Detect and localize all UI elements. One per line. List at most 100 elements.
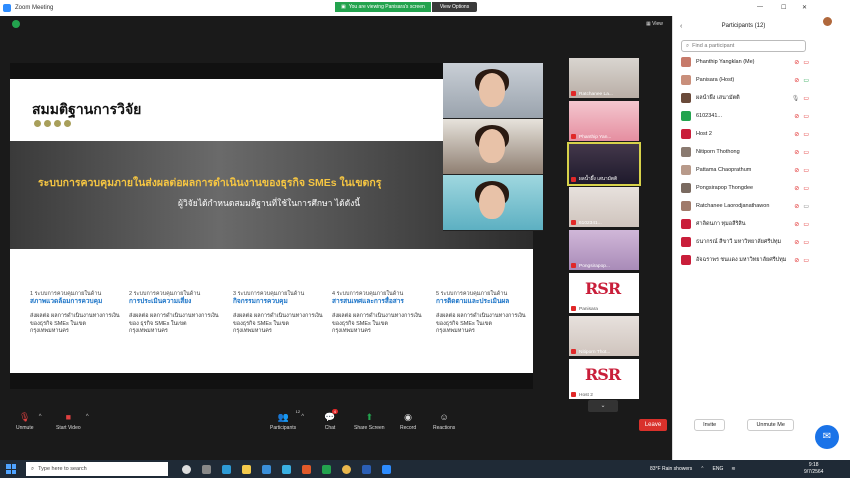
participant-row[interactable]: ธนากรณ์ สีขาวี มหาวิทยาลัยศรีปทุม ⊘ ▭ (681, 235, 809, 249)
presenter-video (443, 63, 543, 119)
viewing-message: ▣ You are viewing Panisara's screen (335, 2, 431, 12)
close-icon[interactable]: ✕ (802, 4, 807, 11)
participants-icon: 👥 (277, 412, 289, 422)
video-tile[interactable]: Ratchanee La... (569, 58, 639, 98)
video-tile[interactable]: Nitiporn Thot... (569, 316, 639, 356)
reactions-icon: ☺ (439, 412, 449, 422)
video-tile[interactable]: RSR Panisara (569, 273, 639, 313)
chevron-up-icon[interactable]: ^ (86, 414, 89, 420)
video-tile[interactable]: Phanthip Yan... (569, 101, 639, 141)
participant-row[interactable]: Host 2 ⊘ ▭ (681, 127, 809, 141)
office-icon[interactable] (302, 464, 311, 474)
video-off-icon: ■ (65, 412, 72, 422)
avatar (681, 129, 691, 139)
video-tile-active-speaker[interactable]: ผลน้ำผึ้ง เสนามัตติ (567, 142, 641, 186)
participant-name: Panisara (Host) (696, 77, 735, 83)
participant-row[interactable]: Panisara (Host) ⊘ ▭ (681, 73, 809, 87)
avatar[interactable] (823, 17, 832, 26)
video-off-icon: ▭ (803, 221, 809, 228)
reactions-button[interactable]: ☺ Reactions (433, 412, 455, 431)
network-icon[interactable]: ⌃ (700, 466, 704, 472)
shield-icon[interactable] (12, 20, 20, 28)
system-tray: 83°F Rain showers ⌃ ENG ≋ (650, 460, 736, 478)
video-tile[interactable]: 6102341... (569, 187, 639, 227)
participant-row[interactable]: ผลน้ำผึ้ง เสนามัตติ 🎙 ▭ (681, 91, 809, 105)
view-button[interactable]: ▦ View (646, 21, 663, 27)
hypothesis-5: 5 ระบบการควบคุมภายในด้าน การติดตามและประเ… (436, 291, 526, 335)
mic-off-icon: ⊘ (794, 239, 800, 246)
record-button[interactable]: ◉ Record (400, 412, 416, 431)
participant-status: ⊘ ▭ (794, 239, 809, 246)
video-off-icon: ▭ (803, 113, 809, 120)
slide-headline: ระบบการควบคุมภายในส่งผลต่อผลการดำเนินงาน… (38, 177, 382, 189)
participant-row[interactable]: Pongsirapop Thongdee ⊘ ▭ (681, 181, 809, 195)
meeting-toolbar: 🎙 Unmute ^ ■ Start Video ^ 👥 12 Particip… (0, 409, 672, 438)
taskbar-apps (182, 464, 391, 474)
mic-off-icon: 🎙 (19, 412, 31, 422)
video-off-icon: ▭ (803, 131, 809, 138)
start-video-button[interactable]: ■ Start Video ^ (56, 412, 89, 431)
unmute-me-button[interactable]: Unmute Me (747, 419, 794, 431)
presenter-video (443, 175, 543, 231)
participant-status: 🎙 ▭ (792, 95, 809, 102)
participant-row[interactable]: อัจฉราพร ชนแดง มหาวิทยาลัยศรีปทุม ⊘ ▭ (681, 253, 809, 267)
line-icon[interactable] (322, 464, 331, 474)
chat-button[interactable]: 💬 4 Chat (324, 409, 338, 431)
hypothesis-3: 3 ระบบการควบคุมภายในด้าน กิจกรรมการควบคุม… (233, 291, 323, 335)
video-off-icon: ▭ (803, 59, 809, 66)
participant-row[interactable]: Pattama Chaoprathum ⊘ ▭ (681, 163, 809, 177)
participant-row[interactable]: Ratchanee Laorodjanathawon ⊘ ▭ (681, 199, 809, 213)
photos-icon[interactable] (282, 464, 291, 474)
windows-start-icon[interactable] (6, 464, 16, 474)
video-off-icon: ▭ (803, 203, 809, 210)
slide-subheadline: ผู้วิจัยได้กำหนดสมมติฐานที่ใช้ในการศึกษา… (178, 198, 361, 208)
participant-status: ⊘ ▭ (794, 149, 809, 156)
maximize-icon[interactable]: ☐ (781, 4, 786, 11)
avatar (681, 201, 691, 211)
store-icon[interactable] (262, 464, 271, 474)
mic-off-icon: ⊘ (794, 167, 800, 174)
view-options-button[interactable]: View Options (431, 2, 478, 12)
widgets-icon[interactable] (202, 464, 211, 474)
window-title: Zoom Meeting (15, 5, 54, 11)
chat-bubble-icon[interactable]: ✉ (815, 425, 839, 449)
share-screen-button[interactable]: ⬆ Share Screen (354, 412, 385, 431)
participant-row[interactable]: 6102341... ⊘ ▭ (681, 109, 809, 123)
participant-name: ผลน้ำผึ้ง เสนามัตติ (696, 95, 740, 101)
chevron-down-icon[interactable]: ⌄ (588, 400, 618, 412)
task-view-icon[interactable] (182, 464, 191, 474)
chevron-up-icon[interactable]: ^ (39, 414, 42, 420)
file-explorer-icon[interactable] (242, 464, 251, 474)
taskbar-search-input[interactable]: ⌕ Type here to search (26, 462, 168, 476)
taskbar-clock[interactable]: 9:18 9/7/2564 (804, 462, 823, 476)
participant-row[interactable]: Nitiporn Thothong ⊘ ▭ (681, 145, 809, 159)
participant-search-input[interactable]: ⌕ Find a participant (681, 40, 806, 52)
video-off-icon: ▭ (803, 239, 809, 246)
chevron-left-icon[interactable]: ‹ (680, 23, 682, 30)
weather-status[interactable]: 83°F Rain showers (650, 466, 692, 472)
video-tile[interactable]: RSR Host 2 (569, 359, 639, 399)
zoom-icon[interactable] (382, 464, 391, 474)
share-icon: ▣ (341, 4, 346, 10)
panel-header: ‹ Participants (12) (673, 16, 814, 36)
participant-name: อัจฉราพร ชนแดง มหาวิทยาลัยศรีปทุม (696, 257, 787, 263)
mic-off-icon: ⊘ (794, 257, 800, 264)
minimize-icon[interactable]: — (757, 4, 763, 10)
participant-row[interactable]: ศาลิดนภา ทุมอลีริสิน ⊘ ▭ (681, 217, 809, 231)
avatar (681, 219, 691, 229)
unmute-button[interactable]: 🎙 Unmute ^ (16, 412, 42, 431)
avatar (681, 165, 691, 175)
chrome-icon[interactable] (342, 464, 351, 474)
word-icon[interactable] (362, 464, 371, 474)
participant-row[interactable]: Phanthip Yangklan (Me) ⊘ ▭ (681, 55, 809, 69)
invite-button[interactable]: Invite (694, 419, 726, 431)
university-logo: RSR (585, 365, 621, 384)
leave-button[interactable]: Leave (639, 419, 667, 431)
participants-button[interactable]: 👥 12 Participants ^ (270, 409, 304, 431)
language-indicator[interactable]: ENG (713, 466, 724, 472)
video-tile[interactable]: Pongsirapop... (569, 230, 639, 270)
wifi-icon[interactable]: ≋ (731, 466, 735, 472)
chevron-up-icon[interactable]: ^ (301, 414, 304, 420)
video-off-icon: ▭ (803, 257, 809, 264)
edge-icon[interactable] (222, 464, 231, 474)
